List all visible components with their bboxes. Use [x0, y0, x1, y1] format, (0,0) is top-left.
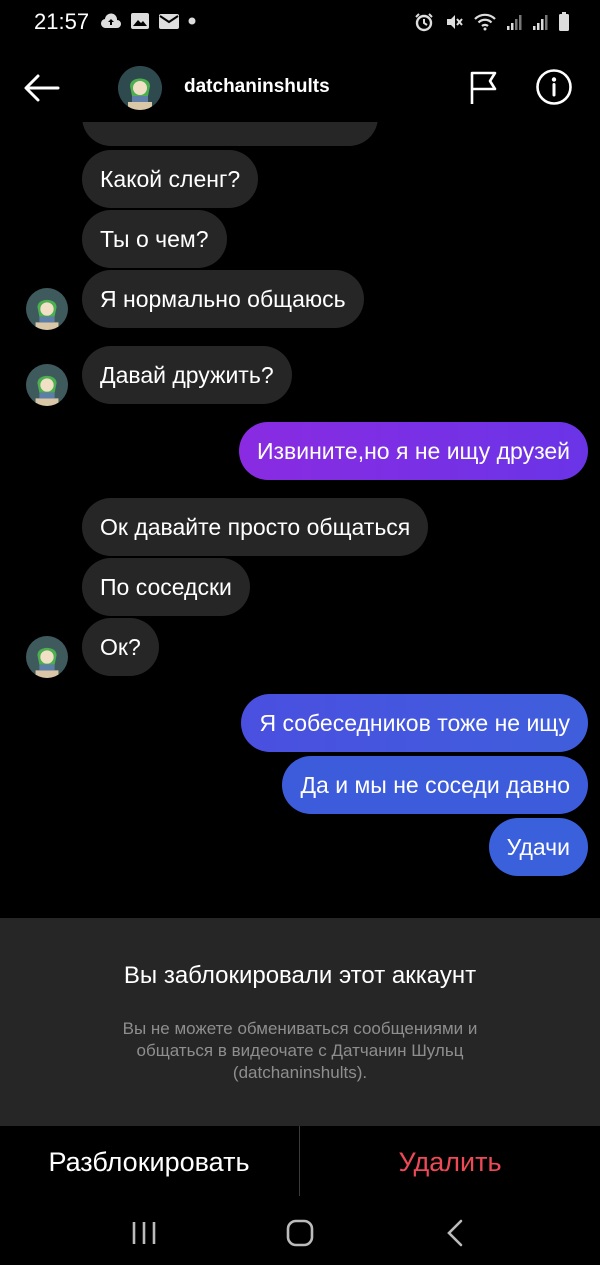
message-bubble[interactable]: По соседски	[82, 558, 250, 616]
home-icon[interactable]	[280, 1218, 320, 1248]
message-bubble[interactable]: Какой сленг?	[82, 150, 259, 208]
message-bubble-sent[interactable]: Да и мы не соседи давно	[282, 756, 588, 814]
message-bubble[interactable]: Я нормально общаюсь	[82, 270, 364, 328]
info-icon[interactable]	[534, 67, 574, 107]
message-bubble-partial	[82, 122, 378, 146]
recent-apps-icon[interactable]	[124, 1218, 164, 1248]
avatar[interactable]	[118, 66, 162, 110]
mail-icon	[159, 13, 179, 29]
alarm-icon	[415, 13, 433, 32]
battery-icon	[559, 12, 569, 31]
blocked-title: Вы заблокировали этот аккаунт	[123, 962, 477, 989]
cloud-upload-icon	[100, 13, 121, 29]
sender-avatar[interactable]	[26, 288, 68, 330]
delete-button[interactable]: Удалить	[300, 1126, 600, 1198]
message-bubble[interactable]: Давай дружить?	[82, 346, 292, 404]
message-bubble-sent[interactable]: Извините,но я не ищу друзей	[238, 422, 588, 480]
status-time: 21:57	[34, 9, 90, 34]
unblock-button[interactable]: Разблокировать	[0, 1126, 298, 1198]
message-bubble[interactable]: Ок?	[82, 618, 159, 676]
arrow-left-icon[interactable]	[22, 72, 62, 104]
gallery-icon	[131, 13, 149, 29]
message-bubble[interactable]: Ок давайте просто общаться	[82, 498, 429, 556]
chat-header: datchaninshults	[0, 52, 600, 122]
message-bubble[interactable]: Ты о чем?	[82, 210, 227, 268]
message-bubble-sent[interactable]: Я собеседников тоже не ищу	[241, 694, 588, 752]
sender-avatar[interactable]	[26, 636, 68, 678]
blocked-description: Вы не можете обмениваться сообщениями и …	[122, 1019, 478, 1082]
blocked-notice: Вы заблокировали этот аккаунт Вы не може…	[0, 918, 600, 1126]
mute-icon	[447, 15, 463, 29]
chat-username[interactable]: datchaninshults	[184, 76, 330, 98]
message-bubble-sent[interactable]: Удачи	[488, 818, 588, 876]
blocked-actions: Разблокировать Удалить	[0, 1126, 600, 1198]
wifi-icon	[474, 13, 496, 31]
chevron-left-icon[interactable]	[436, 1218, 476, 1248]
signal-icon-1	[507, 15, 522, 30]
status-bar: 21:57	[0, 0, 600, 46]
message-list[interactable]: Какой сленг? Ты о чем? Я нормально общаю…	[0, 122, 600, 920]
system-nav-bar	[0, 1200, 600, 1265]
sender-avatar[interactable]	[26, 364, 68, 406]
dot-icon	[188, 17, 196, 25]
signal-icon-2	[533, 15, 548, 30]
flag-icon[interactable]	[466, 70, 500, 106]
